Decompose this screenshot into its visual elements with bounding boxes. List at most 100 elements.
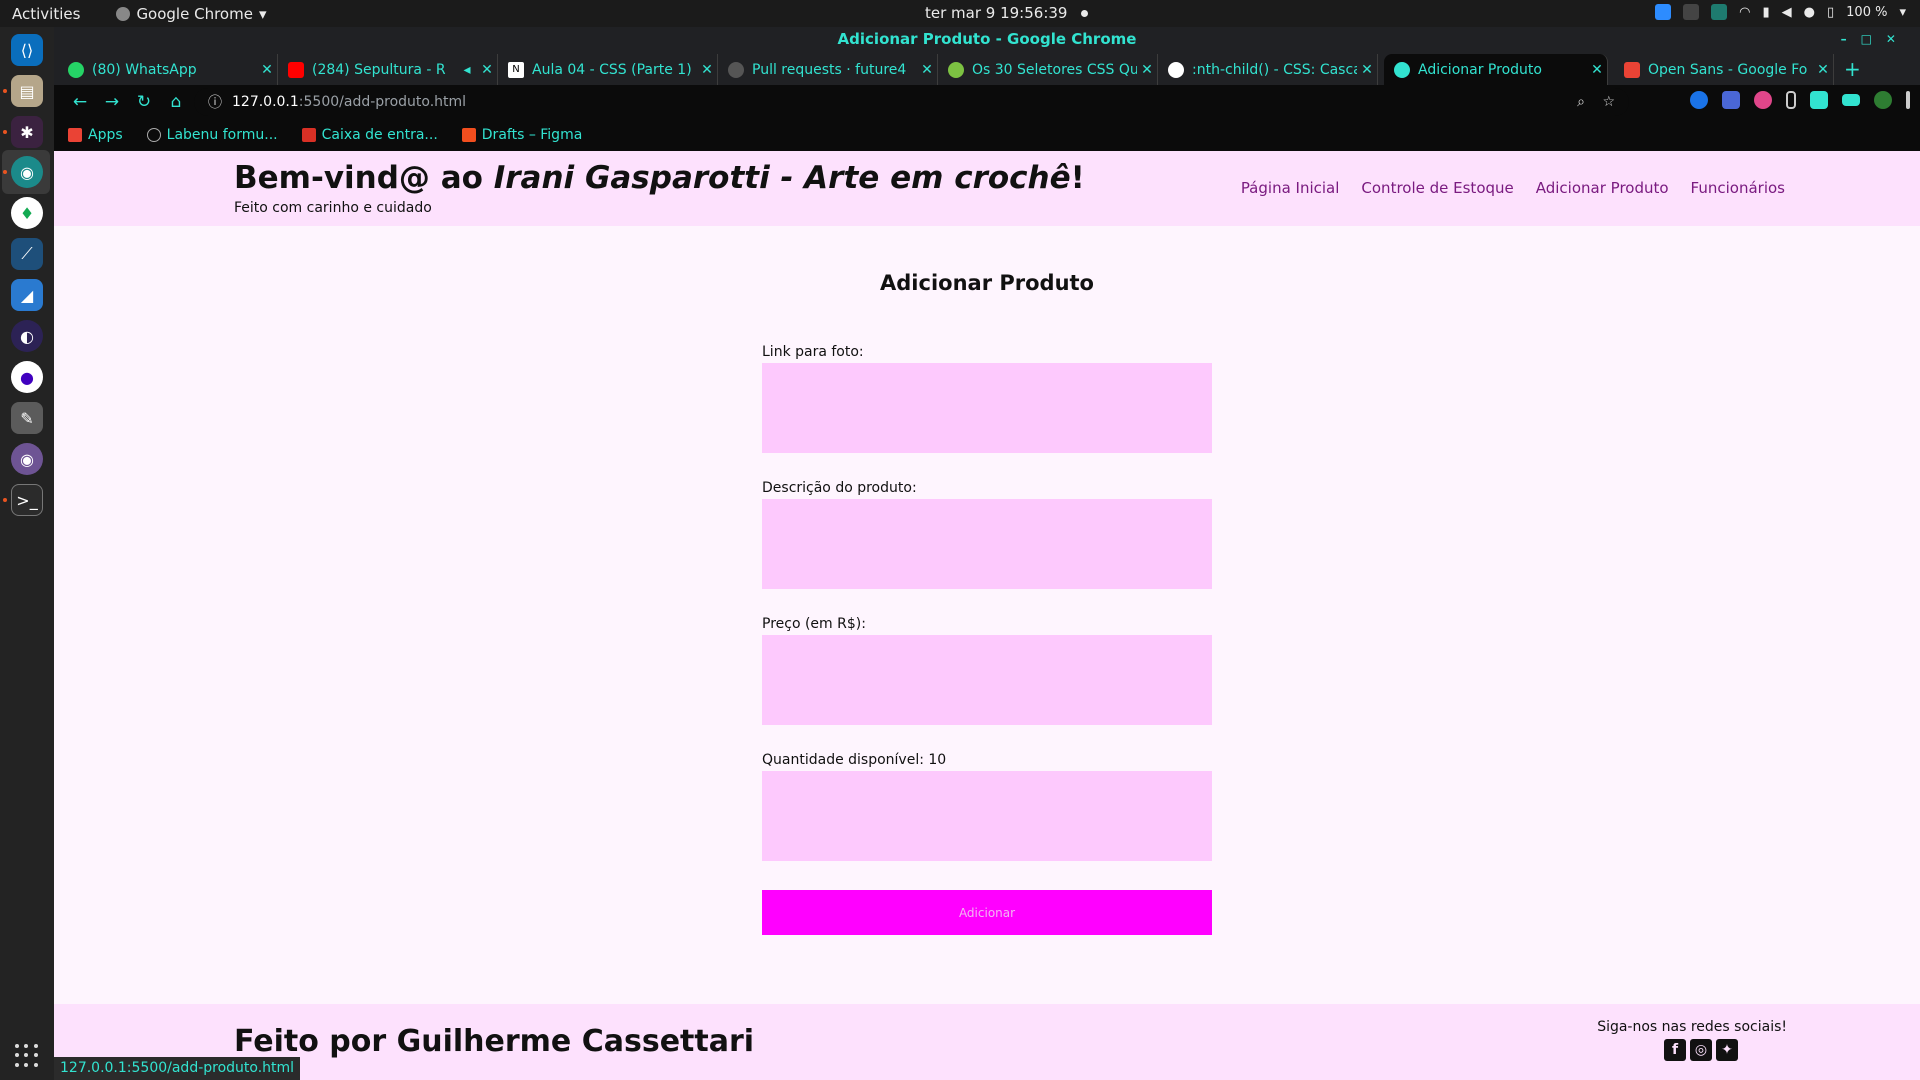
- mongodb-icon[interactable]: ♦: [11, 197, 43, 229]
- slack-icon[interactable]: ✱: [11, 116, 43, 148]
- info-icon[interactable]: ⓘ: [208, 92, 222, 112]
- software-icon[interactable]: ◢: [11, 279, 43, 311]
- gimp-icon[interactable]: ✎: [11, 402, 43, 434]
- network-icon[interactable]: ▮: [1763, 5, 1770, 20]
- tab-google-fonts[interactable]: Open Sans - Google Fo ✕: [1614, 54, 1834, 85]
- speaker-icon[interactable]: ◂: [457, 62, 477, 78]
- quantity-input[interactable]: [762, 771, 1212, 861]
- github-icon: [728, 61, 744, 78]
- nav-link-employees[interactable]: Funcionários: [1691, 179, 1785, 197]
- window-controls[interactable]: –□✕: [1841, 27, 1910, 51]
- terminal-icon[interactable]: >_: [11, 484, 43, 516]
- google-fonts-icon: [1624, 61, 1640, 78]
- slack-icon[interactable]: [1683, 4, 1700, 20]
- title-suffix: !: [1070, 160, 1085, 196]
- close-icon[interactable]: ✕: [1813, 62, 1833, 78]
- extensions-puzzle-icon[interactable]: [1810, 91, 1828, 109]
- whatsapp-icon: [68, 61, 84, 78]
- social-links: f ◎ ✦: [1664, 1039, 1738, 1061]
- system-tray[interactable]: ◠ ▮ ◀ ● ▯ 100 % ▾: [1655, 4, 1906, 20]
- chevron-down-icon[interactable]: ▾: [1899, 5, 1906, 20]
- chrome-icon[interactable]: ◉: [11, 156, 43, 188]
- url-host: 127.0.0.1: [232, 94, 299, 110]
- price-input[interactable]: [762, 635, 1212, 725]
- forward-icon[interactable]: →: [96, 92, 128, 112]
- nav-link-add-product[interactable]: Adicionar Produto: [1536, 179, 1669, 197]
- battery-icon[interactable]: ▯: [1827, 5, 1834, 20]
- files-icon[interactable]: ▤: [11, 75, 43, 107]
- zoom-icon[interactable]: [1655, 4, 1672, 20]
- site-subtitle: Feito com carinho e cuidado: [234, 200, 432, 216]
- running-indicator: [3, 498, 7, 502]
- description-label: Descrição do produto:: [762, 480, 917, 496]
- indicator-icon[interactable]: [1711, 4, 1728, 20]
- back-icon[interactable]: ←: [64, 92, 96, 112]
- media-icon[interactable]: [1842, 94, 1860, 106]
- color-picker-icon[interactable]: [1754, 91, 1772, 109]
- description-input[interactable]: [762, 499, 1212, 589]
- zoom-icon[interactable]: ⌕: [1577, 94, 1585, 110]
- translate-icon[interactable]: [1722, 91, 1740, 109]
- new-tab-button[interactable]: +: [1844, 57, 1861, 81]
- close-icon[interactable]: ✕: [477, 62, 497, 78]
- close-icon[interactable]: ✕: [257, 62, 277, 78]
- wifi-icon[interactable]: ◠: [1739, 5, 1750, 20]
- app-menu[interactable]: Google Chrome ▾: [116, 5, 266, 23]
- instagram-icon[interactable]: ◎: [1690, 1039, 1712, 1061]
- tab-adicionar-produto[interactable]: Adicionar Produto ✕: [1384, 54, 1608, 85]
- home-icon[interactable]: ⌂: [160, 92, 192, 112]
- nav-link-home[interactable]: Página Inicial: [1241, 179, 1340, 197]
- twitter-icon[interactable]: ✦: [1716, 1039, 1738, 1061]
- bookmarks-bar: Apps Labenu formu... Caixa de entra... D…: [54, 119, 1920, 151]
- link-status-bar: 127.0.0.1:5500/add-produto.html: [54, 1057, 301, 1080]
- caret-down-icon: ▾: [258, 4, 267, 23]
- tab-notion[interactable]: N Aula 04 - CSS (Parte 1) ✕: [498, 54, 718, 85]
- reload-icon[interactable]: ↻: [128, 92, 160, 112]
- tab-whatsapp[interactable]: (80) WhatsApp ✕: [58, 54, 278, 85]
- tab-youtube[interactable]: (284) Sepultura - R ◂ ✕: [278, 54, 498, 85]
- tab-title: Pull requests · future4: [752, 61, 907, 78]
- close-icon[interactable]: ✕: [1137, 62, 1157, 78]
- bookmark-apps[interactable]: Apps: [68, 127, 123, 143]
- price-label: Preço (em R$):: [762, 616, 866, 632]
- volume-icon[interactable]: ◀: [1782, 5, 1792, 20]
- address-bar[interactable]: ⓘ 127.0.0.1:5500/add-produto.html ⌕ ☆: [194, 88, 1629, 116]
- extension-icon[interactable]: [1690, 91, 1708, 109]
- close-icon[interactable]: ✕: [1357, 62, 1377, 78]
- device-icon[interactable]: [1786, 91, 1796, 109]
- tab-mdn[interactable]: :nth-child() - CSS: Casca ✕: [1158, 54, 1378, 85]
- add-product-button[interactable]: Adicionar: [762, 890, 1212, 935]
- vscode-icon[interactable]: ⟨⟩: [11, 34, 43, 66]
- eclipse-icon[interactable]: ◐: [11, 320, 43, 352]
- tab-title: (284) Sepultura - R: [312, 61, 446, 78]
- menu-icon[interactable]: [1906, 91, 1910, 109]
- close-icon[interactable]: ✕: [1587, 62, 1607, 78]
- github-icon[interactable]: ◉: [11, 443, 43, 475]
- clock[interactable]: ter mar 9 19:56:39: [925, 4, 1089, 22]
- close-icon[interactable]: ✕: [697, 62, 717, 78]
- activities-button[interactable]: Activities: [12, 5, 80, 23]
- bookmark-labenu[interactable]: Labenu formu...: [146, 127, 278, 143]
- mic-icon[interactable]: ●: [1804, 5, 1815, 20]
- running-indicator: [3, 89, 7, 93]
- bookmark-gmail[interactable]: Caixa de entra...: [301, 127, 438, 143]
- star-icon[interactable]: ☆: [1602, 94, 1615, 110]
- bookmark-label: Labenu formu...: [166, 127, 278, 143]
- globe-icon: [146, 128, 161, 142]
- close-icon[interactable]: ✕: [917, 62, 937, 78]
- facebook-icon[interactable]: f: [1664, 1039, 1686, 1061]
- figma-icon: [461, 128, 476, 142]
- title-prefix: Bem-vind@ ao: [234, 160, 494, 196]
- bookmark-figma[interactable]: Drafts – Figma: [461, 127, 582, 143]
- tab-github[interactable]: Pull requests · future4 ✕: [718, 54, 938, 85]
- photo-link-input[interactable]: [762, 363, 1212, 453]
- insomnia-icon[interactable]: ●: [11, 361, 43, 393]
- system-top-bar: Activities Google Chrome ▾ ter mar 9 19:…: [0, 0, 1920, 27]
- mysql-workbench-icon[interactable]: ⟋: [11, 238, 43, 270]
- tab-css-selectors[interactable]: Os 30 Seletores CSS Qu ✕: [938, 54, 1158, 85]
- show-applications-icon[interactable]: [15, 1044, 39, 1068]
- nav-link-stock[interactable]: Controle de Estoque: [1361, 179, 1513, 197]
- profile-avatar-icon[interactable]: [1874, 91, 1892, 109]
- mdn-icon: [1168, 61, 1184, 78]
- chrome-window: Adicionar Produto - Google Chrome –□✕ (8…: [54, 27, 1920, 1080]
